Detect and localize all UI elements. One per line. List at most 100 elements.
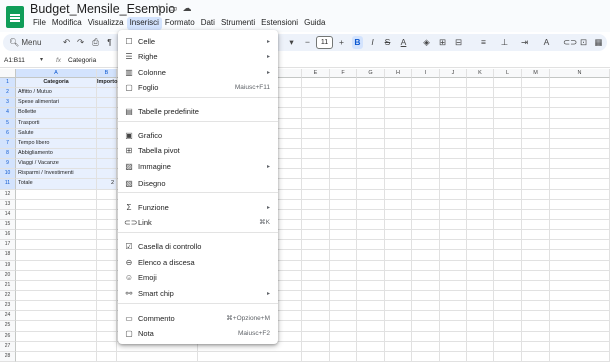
folder-move-icon[interactable]: ▭ [168,3,178,13]
cell-empty[interactable] [330,311,357,322]
cell-empty[interactable] [385,199,412,210]
cell-empty[interactable] [357,149,385,160]
cell-empty[interactable] [357,291,385,302]
column-header-i[interactable]: I [412,69,440,78]
cell-b18[interactable] [97,250,117,261]
cell-b20[interactable] [97,270,117,281]
cell-empty[interactable] [412,88,440,99]
cell-b24[interactable] [97,311,117,322]
cell-empty[interactable] [357,128,385,139]
cell-empty[interactable] [412,108,440,119]
cell-a27[interactable] [16,341,97,352]
cell-empty[interactable] [385,108,412,119]
cell-empty[interactable] [440,301,467,312]
cell-empty[interactable] [330,240,357,251]
cell-empty[interactable] [467,138,494,149]
cell-empty[interactable] [302,209,330,220]
cell-b5[interactable] [97,118,117,129]
cell-empty[interactable] [412,128,440,139]
cell-empty[interactable] [550,270,610,281]
cell-empty[interactable] [302,260,330,271]
cell-empty[interactable] [494,98,522,109]
cell-empty[interactable] [522,321,550,332]
cell-empty[interactable] [357,118,385,129]
bold-button[interactable]: B [352,36,363,49]
cell-empty[interactable] [357,138,385,149]
row-header[interactable]: 17 [0,240,16,251]
cell-empty[interactable] [550,351,610,362]
cell-empty[interactable] [467,209,494,220]
cell-empty[interactable] [550,220,610,231]
cell-empty[interactable] [357,331,385,342]
cell-empty[interactable] [385,260,412,271]
row-header[interactable]: 22 [0,291,16,302]
cell-empty[interactable] [330,209,357,220]
cell-a28[interactable] [16,351,97,362]
cell-empty[interactable] [440,260,467,271]
cell-empty[interactable] [385,291,412,302]
menu-modifica[interactable]: Modifica [49,17,85,30]
cell-empty[interactable] [385,270,412,281]
insert-menu-item-funzione[interactable]: Σ Funzione ▸ [118,201,278,215]
row-header[interactable]: 18 [0,250,16,261]
cell-a3[interactable]: Spese alimentari [16,98,97,109]
cell-empty[interactable] [357,230,385,241]
cell-empty[interactable] [412,250,440,261]
cell-a10[interactable]: Risparmi / Investimenti [16,169,97,180]
cell-empty[interactable] [550,78,610,89]
cell-b12[interactable] [97,189,117,200]
menu-file[interactable]: File [30,17,49,30]
menu-visualizza[interactable]: Visualizza [85,17,127,30]
cell-empty[interactable] [302,351,330,362]
insert-link-icon[interactable]: ⊂⊃ [563,36,577,49]
cell-empty[interactable] [440,331,467,342]
cell-empty[interactable] [412,159,440,170]
cell-empty[interactable] [357,260,385,271]
cell-empty[interactable] [467,270,494,281]
cell-empty[interactable] [494,189,522,200]
cell-empty[interactable] [412,179,440,190]
cell-empty[interactable] [467,341,494,352]
cell-empty[interactable] [302,199,330,210]
cell-empty[interactable] [330,341,357,352]
cell-empty[interactable] [302,128,330,139]
cell-b22[interactable] [97,291,117,302]
cell-empty[interactable] [412,280,440,291]
cell-empty[interactable] [440,250,467,261]
insert-comment-icon[interactable]: ⊡ [578,36,589,49]
cell-empty[interactable] [330,230,357,241]
cell-b14[interactable] [97,209,117,220]
print-icon[interactable]: ⎙ [90,36,101,49]
cell-empty[interactable] [330,321,357,332]
cell-empty[interactable] [302,250,330,261]
cell-empty[interactable] [440,159,467,170]
column-header-n[interactable]: N [550,69,610,78]
cell-empty[interactable] [467,128,494,139]
cell-empty[interactable] [467,118,494,129]
cell-empty[interactable] [494,331,522,342]
cell-empty[interactable] [357,321,385,332]
cell-empty[interactable] [357,311,385,322]
strikethrough-button[interactable]: S [382,36,393,49]
cell-empty[interactable] [550,149,610,160]
insert-menu-item-immagine[interactable]: ▨ Immagine ▸ [118,160,278,174]
cell-empty[interactable] [494,270,522,281]
insert-menu-item-emoji[interactable]: ☺ Emoji [118,271,278,285]
cell-b2[interactable] [97,88,117,99]
cell-c28[interactable] [117,351,198,362]
row-header[interactable]: 9 [0,159,16,170]
cell-empty[interactable] [550,138,610,149]
row-header[interactable]: 5 [0,118,16,129]
cell-empty[interactable] [330,270,357,281]
cell-empty[interactable] [522,199,550,210]
cell-empty[interactable] [302,291,330,302]
cell-empty[interactable] [330,220,357,231]
font-size-input[interactable]: 11 [316,36,333,49]
cell-empty[interactable] [522,179,550,190]
cell-empty[interactable] [302,108,330,119]
cell-empty[interactable] [522,159,550,170]
cell-empty[interactable] [467,240,494,251]
insert-menu-item-celle[interactable]: ☐ Celle ▸ [118,35,278,49]
cell-empty[interactable] [412,291,440,302]
cell-empty[interactable] [440,311,467,322]
